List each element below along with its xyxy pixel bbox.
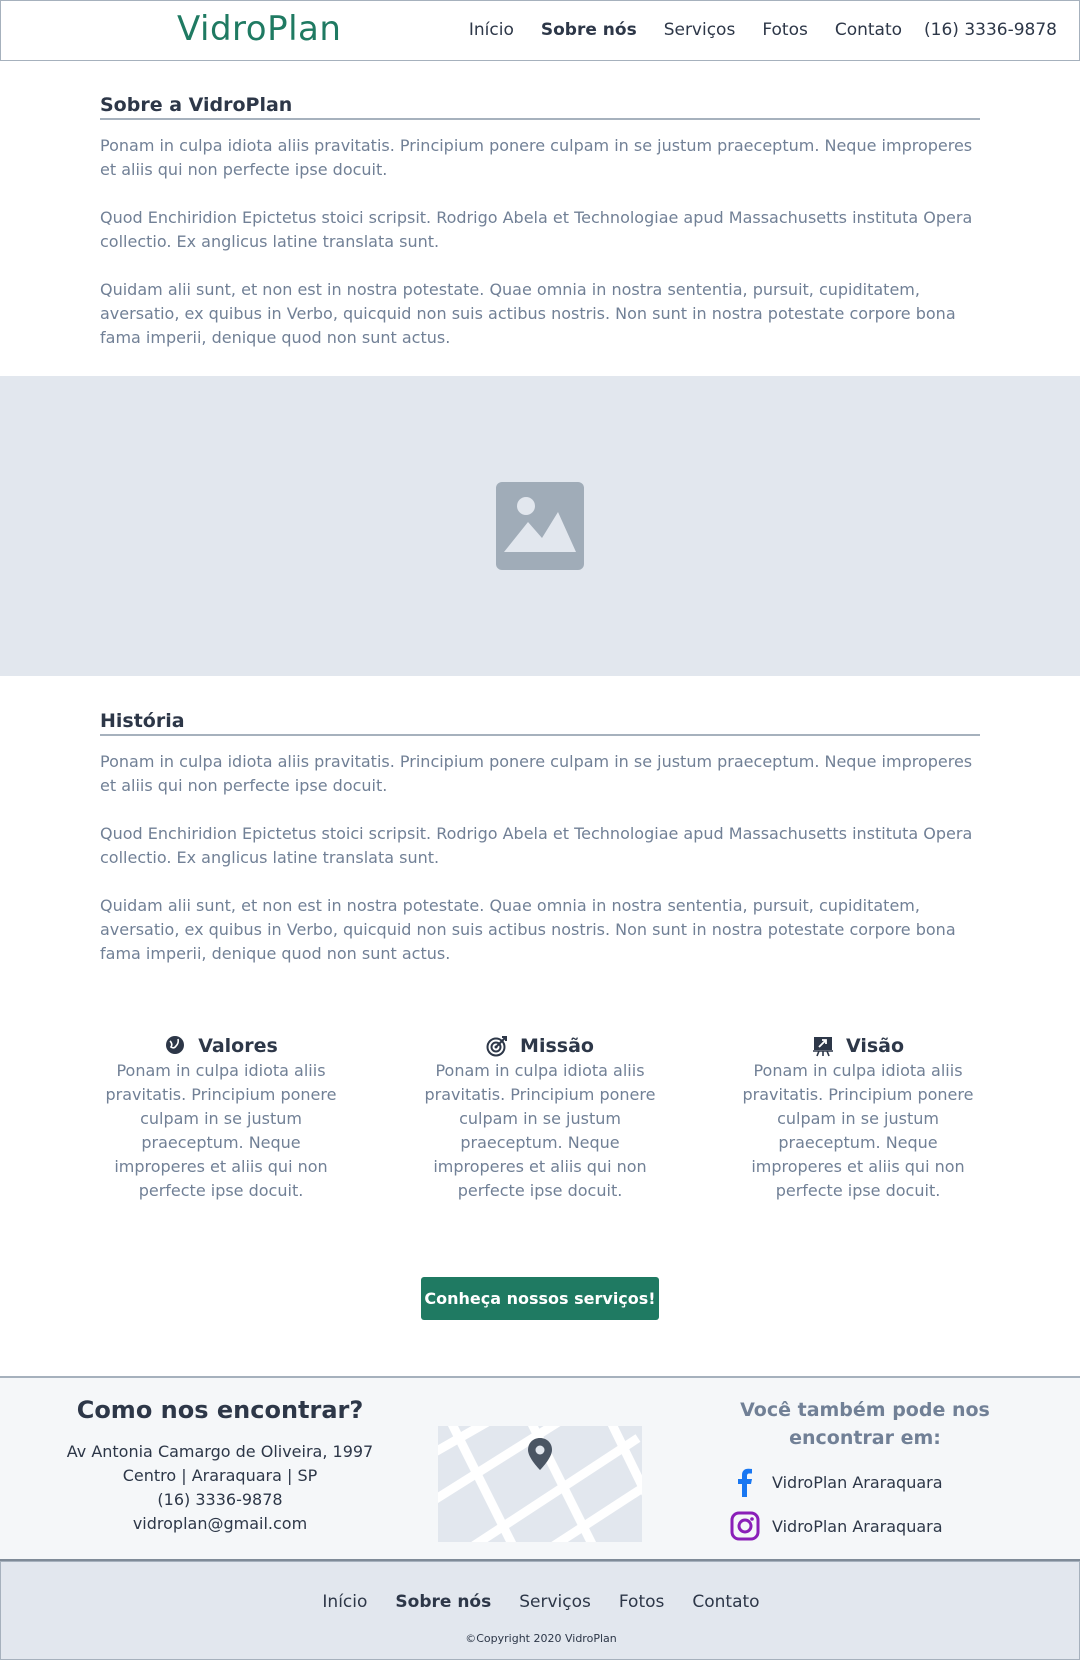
pillar-title: Valores — [198, 1035, 278, 1057]
pillar-text: Ponam in culpa idiota aliis pravitatis. … — [105, 1061, 337, 1200]
target-icon — [486, 1036, 508, 1057]
facebook-label: VidroPlan Araraquara — [772, 1472, 943, 1492]
about-title: Sobre a VidroPlan — [100, 94, 980, 120]
footer-email[interactable]: vidroplan@gmail.com — [40, 1512, 400, 1536]
facebook-icon — [738, 1468, 752, 1497]
footer-nav-fotos[interactable]: Fotos — [619, 1592, 665, 1612]
pillar-title: Visão — [845, 1035, 905, 1057]
image-placeholder-icon — [496, 482, 584, 570]
about-paragraph: Quidam alii sunt, et non est in nostra p… — [100, 280, 956, 347]
nav-fotos[interactable]: Fotos — [762, 20, 808, 40]
nav-inicio[interactable]: Início — [469, 20, 514, 40]
presentation-icon — [812, 1037, 833, 1057]
social-block: Você também pode nos encontrar em: Vidro… — [730, 1396, 1000, 1548]
social-title: Você também pode nos encontrar em: — [740, 1399, 990, 1449]
hero-image-banner — [0, 376, 1080, 676]
pillar-missao: Missão Ponam in culpa idiota aliis pravi… — [420, 1035, 660, 1203]
services-cta-button[interactable]: Conheça nossos serviços! — [421, 1277, 659, 1320]
about-section: Sobre a VidroPlan Ponam in culpa idiota … — [100, 94, 980, 374]
top-navbar: VidroPlan Início Sobre nós Serviços Foto… — [0, 0, 1080, 61]
globe-hands-icon — [165, 1036, 185, 1057]
find-us-title: Como nos encontrar? — [76, 1396, 364, 1424]
map-thumbnail[interactable] — [438, 1426, 642, 1542]
footer-nav-sobre-nos[interactable]: Sobre nós — [395, 1592, 491, 1612]
map-pin-icon — [528, 1438, 552, 1470]
footer-nav: Início Sobre nós Serviços Fotos Contato — [1, 1592, 1080, 1612]
about-paragraph: Ponam in culpa idiota aliis pravitatis. … — [100, 136, 973, 179]
nav-sobre-nos[interactable]: Sobre nós — [541, 20, 637, 40]
logo[interactable]: VidroPlan — [177, 9, 341, 49]
history-paragraph: Ponam in culpa idiota aliis pravitatis. … — [100, 752, 973, 795]
bottom-footer: Início Sobre nós Serviços Fotos Contato … — [0, 1561, 1080, 1660]
header-phone: (16) 3336-9878 — [924, 20, 1057, 40]
pillar-valores: Valores Ponam in culpa idiota aliis prav… — [101, 1035, 341, 1203]
history-paragraph: Quidam alii sunt, et non est in nostra p… — [100, 896, 956, 963]
footer-nav-contato[interactable]: Contato — [692, 1592, 759, 1612]
contact-footer: Como nos encontrar? Av Antonia Camargo d… — [0, 1376, 1080, 1561]
instagram-label: VidroPlan Araraquara — [772, 1516, 943, 1536]
footer-nav-inicio[interactable]: Início — [322, 1592, 367, 1612]
pillar-text: Ponam in culpa idiota aliis pravitatis. … — [742, 1061, 974, 1200]
copyright: ©Copyright 2020 VidroPlan — [465, 1632, 617, 1645]
about-paragraph: Quod Enchiridion Epictetus stoici scrips… — [100, 208, 973, 251]
facebook-link[interactable]: VidroPlan Araraquara — [730, 1460, 1000, 1504]
find-us-block: Como nos encontrar? Av Antonia Camargo d… — [40, 1396, 400, 1536]
nav-servicos[interactable]: Serviços — [664, 20, 736, 40]
values-mission-vision: Valores Ponam in culpa idiota aliis prav… — [0, 1035, 1080, 1215]
nav-contato[interactable]: Contato — [835, 20, 902, 40]
pillar-visao: Visão Ponam in culpa idiota aliis pravit… — [738, 1035, 978, 1203]
instagram-link[interactable]: VidroPlan Araraquara — [730, 1504, 1000, 1548]
history-section: História Ponam in culpa idiota aliis pra… — [100, 710, 980, 990]
address-line: Av Antonia Camargo de Oliveira, 1997 — [66, 1442, 374, 1461]
instagram-icon — [730, 1511, 760, 1541]
history-paragraph: Quod Enchiridion Epictetus stoici scrips… — [100, 824, 973, 867]
main-nav: Início Sobre nós Serviços Fotos Contato … — [442, 20, 1057, 40]
pillar-title: Missão — [520, 1035, 594, 1057]
footer-phone: (16) 3336-9878 — [157, 1490, 283, 1509]
district-line: Centro | Araraquara | SP — [122, 1466, 318, 1485]
footer-nav-servicos[interactable]: Serviços — [519, 1592, 591, 1612]
pillar-text: Ponam in culpa idiota aliis pravitatis. … — [424, 1061, 656, 1200]
history-title: História — [100, 710, 980, 736]
